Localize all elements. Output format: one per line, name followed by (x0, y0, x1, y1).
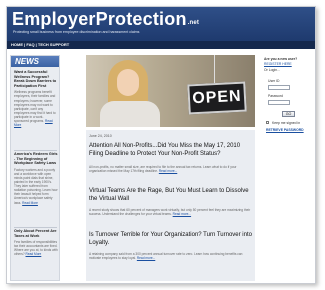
news-item-body: Few families of responsibilities tax the… (14, 240, 58, 256)
read-more-link[interactable]: Read More (26, 252, 42, 256)
remember-me-checkbox[interactable] (266, 121, 269, 124)
read-more-link[interactable]: Read more... (137, 256, 155, 260)
login-panel: Are you a new user? REGISTER HERE Or Log… (264, 57, 312, 139)
news-item-title[interactable]: Want a Successful Wellness Program? Brea… (14, 70, 58, 88)
news-item-text: Factory workers and a poorly and a workf… (14, 167, 58, 205)
news-item: America's Redeem Girls - The Beginning o… (14, 152, 58, 205)
read-more-link[interactable]: Read more... (173, 212, 191, 216)
article-summary: All non-profits, no matter small size, a… (89, 165, 253, 173)
article-summary: A retaining company said from a 300 perc… (89, 252, 253, 260)
news-item-body: Wellness programs benefit employees, the… (14, 90, 58, 127)
news-sidebar: NEWS Want a Successful Wellness Program?… (10, 55, 60, 281)
logo-main-text: EmployerProtection (12, 9, 187, 29)
news-heading: NEWS (11, 56, 59, 67)
user-id-input[interactable] (268, 85, 290, 90)
site-header: EmployerProtection.net Protecting small … (7, 7, 315, 41)
user-id-label: User ID (268, 79, 280, 83)
site-tagline: Protecting small business from employee … (13, 30, 140, 34)
article-title[interactable]: Virtual Teams Are the Rage, But You Must… (89, 188, 253, 203)
or-login-label: Or Login... (264, 68, 280, 72)
news-item-body: Factory workers and a poorly and a workf… (14, 168, 58, 205)
article-title[interactable]: Is Turnover Terrible for Your Organizati… (89, 232, 253, 247)
hero-photo: OPEN (86, 55, 255, 127)
register-link[interactable]: REGISTER HERE (264, 62, 312, 66)
hero-woman-face (117, 69, 139, 96)
news-divider (14, 227, 57, 228)
read-more-link[interactable]: Read More (22, 201, 38, 205)
article-summary-text: A retaining company said from a 300 perc… (89, 252, 243, 261)
password-label: Password (268, 94, 283, 98)
hero-sign-string (214, 55, 215, 83)
article-summary: A recent study shows that 60 percent of … (89, 208, 253, 216)
logo-suffix-text: .net (187, 20, 200, 26)
password-input[interactable] (268, 100, 290, 105)
news-divider (14, 150, 57, 151)
article-title[interactable]: Attention All Non-Profits...Did You Miss… (89, 143, 253, 158)
hero-open-sign: OPEN (187, 81, 247, 115)
top-nav-bar[interactable]: HOME | FAQ | TECH SUPPORT (7, 41, 315, 49)
news-item-title[interactable]: America's Redeem Girls - The Beginning o… (14, 152, 58, 166)
hero-woman-body (100, 101, 160, 127)
article-date: June 24, 2010 (89, 134, 112, 138)
go-button[interactable]: GO (282, 111, 295, 117)
site-logo[interactable]: EmployerProtection.net (12, 9, 199, 30)
new-user-question: Are you a new user? (264, 57, 298, 61)
read-more-link[interactable]: Read more... (159, 169, 177, 173)
webpage-frame: EmployerProtection.net Protecting small … (6, 6, 316, 284)
news-item: Want a Successful Wellness Program? Brea… (14, 70, 58, 127)
remember-me-label: Keep me signed in (272, 121, 301, 125)
retrieve-password-link[interactable]: RETRIEVE PASSWORD (266, 128, 304, 132)
articles-panel: June 24, 2010 Attention All Non-Profits.… (86, 130, 255, 281)
news-item-title[interactable]: Only About Percent Are Taxes at Work (14, 229, 58, 238)
article-summary-text: A recent study shows that 60 percent of … (89, 208, 251, 217)
news-item: Only About Percent Are Taxes at Work Few… (14, 229, 58, 257)
